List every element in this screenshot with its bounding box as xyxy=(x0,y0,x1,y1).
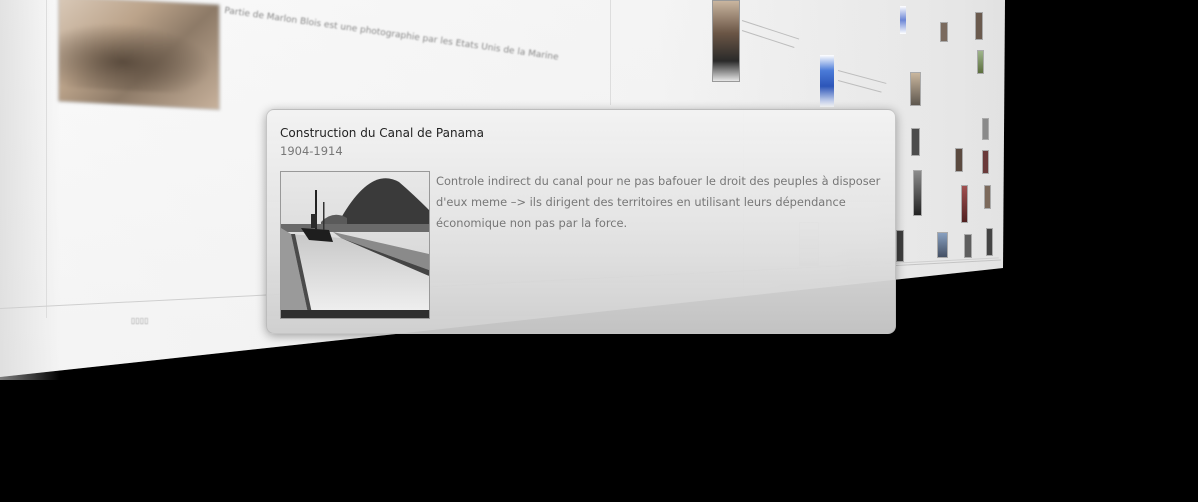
timeline-thumbnail[interactable] xyxy=(961,185,968,223)
timeline-divider xyxy=(46,0,47,318)
timeline-thumbnail[interactable] xyxy=(975,12,983,40)
timeline-portrait-thumbnail[interactable] xyxy=(712,0,740,82)
event-description: Controle indirect du canal pour ne pas b… xyxy=(436,174,881,230)
timeline-thumbnail[interactable] xyxy=(986,228,993,256)
timeline-thumbnail[interactable] xyxy=(984,185,991,209)
timeline-thumbnail[interactable] xyxy=(955,148,963,172)
timeline-thumbnail[interactable] xyxy=(937,232,948,258)
timeline-thumbnail[interactable] xyxy=(911,128,920,156)
timeline-thumbnail[interactable] xyxy=(964,234,972,258)
timeline-year-tick: ▯▯▯▯ xyxy=(131,316,149,325)
timeline-thumbnail[interactable] xyxy=(910,72,921,106)
canal-photo-icon[interactable] xyxy=(280,171,430,319)
timeline-thumbnail[interactable] xyxy=(896,230,904,262)
timeline-divider xyxy=(610,0,611,105)
event-date-range: 1904-1914 xyxy=(280,144,343,158)
event-popup-card[interactable]: Construction du Canal de Panama 1904-191… xyxy=(266,109,896,334)
map-thumbnail[interactable] xyxy=(900,6,906,34)
timeline-event-photo[interactable] xyxy=(58,0,220,111)
timeline-thumbnail[interactable] xyxy=(940,22,948,42)
timeline-thumbnail[interactable] xyxy=(977,50,984,74)
canal-photo-illustration xyxy=(281,172,429,318)
map-thumbnail[interactable] xyxy=(820,55,834,107)
timeline-thumbnail[interactable] xyxy=(982,118,989,140)
event-title: Construction du Canal de Panama xyxy=(280,126,484,140)
timeline-thumbnail[interactable] xyxy=(982,150,989,174)
timeline-left-shade xyxy=(0,0,60,380)
timeline-thumbnail[interactable] xyxy=(913,170,922,216)
